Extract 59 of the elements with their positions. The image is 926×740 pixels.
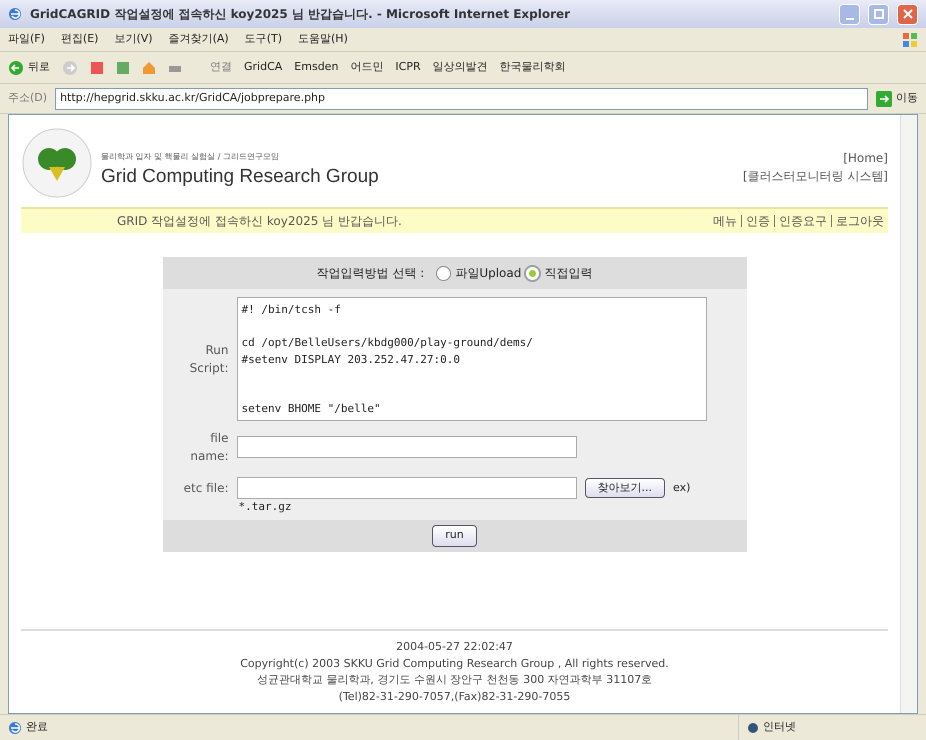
favorite-link[interactable]: 한국물리학회 bbox=[500, 59, 566, 76]
menu-item[interactable]: 즐겨찾기(A) bbox=[168, 31, 229, 48]
menu-item[interactable]: 파일(F) bbox=[8, 31, 45, 48]
university-logo-icon bbox=[21, 127, 93, 199]
maximize-button[interactable] bbox=[868, 4, 889, 24]
favorite-link[interactable]: ICPR bbox=[395, 59, 421, 76]
method-label: 작업입력방법 선택 : bbox=[316, 265, 424, 282]
file-name-label: file name: bbox=[189, 430, 228, 465]
footer-text: Copyright(c) 2003 SKKU Grid Computing Research Group , All rights reserved. bbox=[240, 656, 669, 672]
nav-link[interactable]: 인증 bbox=[746, 212, 770, 230]
back-button[interactable]: 뒤로 bbox=[8, 59, 50, 76]
radio-button[interactable] bbox=[436, 266, 452, 280]
scrollbar[interactable] bbox=[900, 115, 917, 713]
close-button[interactable] bbox=[897, 4, 918, 24]
favorite-link[interactable]: Emsden bbox=[294, 59, 338, 76]
home-icon[interactable] bbox=[142, 60, 156, 74]
nav-link[interactable]: 메뉴 bbox=[713, 212, 737, 230]
window-title: GridCAGRID 작업설정에 접속하신 koy2025 님 반갑습니다. - Microsoft Internet Explorer bbox=[30, 6, 572, 23]
favorite-link[interactable]: GridCA bbox=[244, 59, 282, 76]
go-button[interactable]: 이동 bbox=[876, 90, 918, 107]
zone-text: 인터넷 bbox=[763, 719, 796, 736]
close-icon bbox=[902, 9, 912, 19]
favorite-link[interactable]: 일상의발견 bbox=[432, 59, 488, 76]
minimize-button[interactable] bbox=[839, 4, 860, 24]
welcome-message: GRID 작업설정에 접속하신 koy2025 님 반갑습니다. bbox=[117, 213, 403, 230]
radio-label: 직접입력 bbox=[544, 265, 592, 282]
footer-text: (Tel)82-31-290-7057,(Fax)82-31-290-7055 bbox=[338, 688, 570, 704]
footer-text: 2004-05-27 22:02:47 bbox=[396, 639, 513, 655]
etc-file-field[interactable] bbox=[236, 477, 576, 499]
menu-item[interactable]: 보기(V) bbox=[114, 31, 153, 48]
footer-text: 성균관대학교 물리학과, 경기도 수원시 장안구 천천동 300 자연과학부 31107호 bbox=[256, 672, 652, 688]
example-extension: *.tar.gz bbox=[238, 499, 292, 515]
links-label: 연결 bbox=[210, 59, 232, 76]
run-button[interactable]: run bbox=[432, 524, 477, 546]
address-label: 주소(D) bbox=[8, 90, 48, 106]
script-label: Run Script: bbox=[188, 342, 228, 377]
nav-link[interactable]: 인증요구 bbox=[779, 212, 827, 230]
file-name-field[interactable] bbox=[236, 436, 576, 458]
page-icon bbox=[8, 720, 22, 734]
header-link[interactable]: [클러스터모니터링 시스템] bbox=[742, 167, 888, 185]
script-textarea[interactable]: #! /bin/tcsh -f cd /opt/BelleUsers/kbdg000/play-ground/dems/ #setenv DISPLAY 203.252.47.27:0.0 setenv BHOME "/belle" bbox=[236, 297, 706, 421]
globe-icon bbox=[747, 722, 759, 734]
menu-item[interactable]: 도움말(H) bbox=[298, 31, 348, 48]
status-text: 완료 bbox=[26, 719, 49, 736]
radio-button[interactable] bbox=[525, 266, 540, 280]
ie-icon bbox=[8, 7, 22, 21]
example-label: ex) bbox=[673, 480, 690, 496]
group-title: Grid Computing Research Group bbox=[101, 164, 380, 189]
group-subtitle: 물리학과 입자 및 핵물리 실험실 / 그리드연구모임 bbox=[101, 150, 280, 163]
menu-item[interactable]: 편집(E) bbox=[60, 31, 98, 48]
radio-label: 파일Upload bbox=[455, 265, 522, 282]
menu-item[interactable]: 도구(T) bbox=[244, 31, 282, 48]
nav-link[interactable]: 로그아웃 bbox=[836, 212, 884, 230]
favorite-link[interactable]: 어드민 bbox=[350, 59, 384, 76]
browse-button[interactable]: 찾아보기... bbox=[584, 478, 665, 498]
header-link[interactable]: [Home] bbox=[843, 149, 888, 167]
address-field[interactable]: http://hepgrid.skku.ac.kr/GridCA/jobprepare.php bbox=[55, 88, 868, 110]
etc-file-label: etc file: bbox=[182, 480, 228, 497]
windows-logo-icon bbox=[902, 32, 918, 48]
